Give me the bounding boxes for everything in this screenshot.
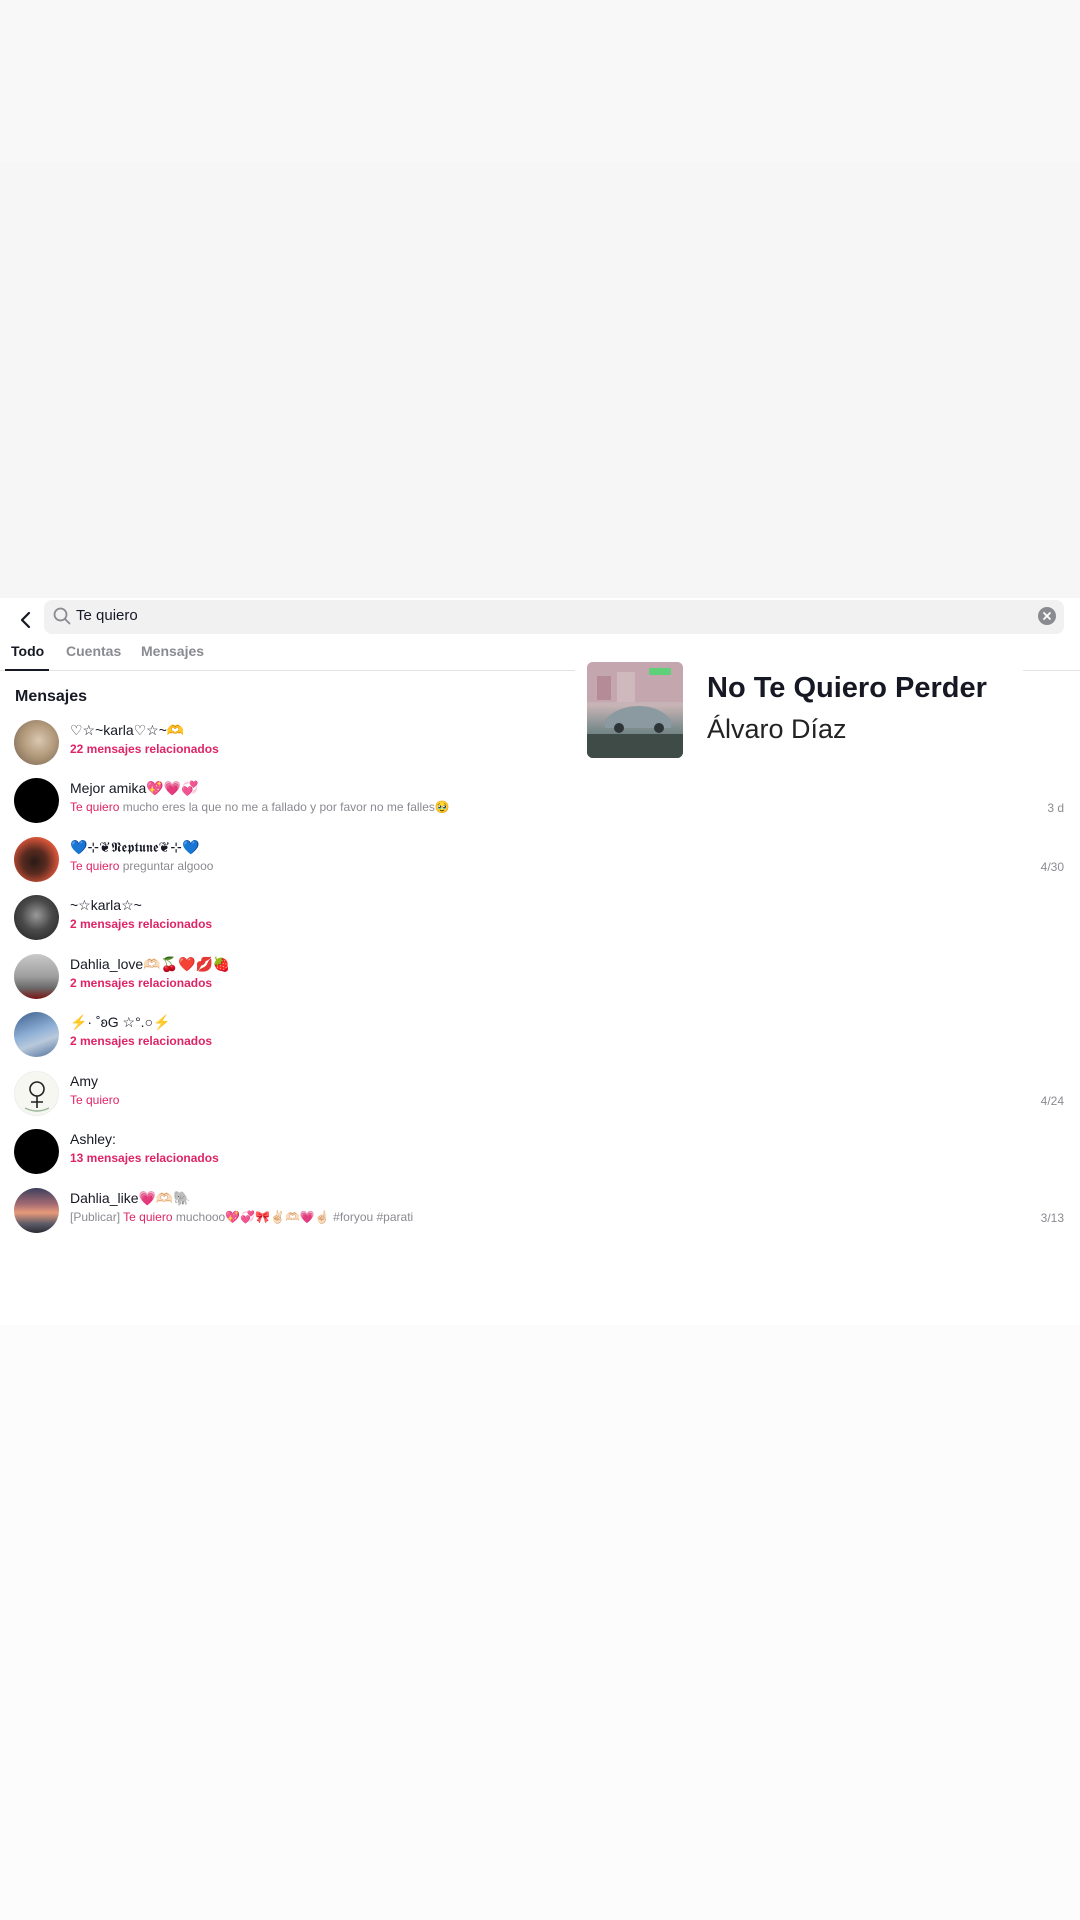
related-count: 2 mensajes relacionados (70, 917, 213, 931)
message-snippet: Te quiero (70, 1093, 119, 1107)
back-button[interactable] (8, 602, 44, 638)
avatar (14, 1071, 59, 1116)
tab-todo[interactable]: Todo (11, 643, 44, 670)
top-blank-area (0, 0, 1080, 598)
conversation-name: Amy (70, 1073, 98, 1089)
song-artist: Álvaro Díaz (707, 714, 847, 744)
message-snippet: [Publicar] Te quiero muchooo💖💞🎀✌🏻🫶🏻💗☝🏻 #… (70, 1210, 413, 1224)
avatar (14, 778, 59, 823)
bottom-blank-area (0, 1325, 1080, 1920)
highlight-term: Te quiero (70, 859, 120, 873)
avatar (14, 837, 59, 882)
album-art (587, 662, 683, 758)
highlight-term: Te quiero (70, 800, 120, 814)
related-count: 2 mensajes relacionados (70, 976, 213, 990)
message-date: 3/13 (1040, 1211, 1064, 1225)
avatar (14, 1012, 59, 1057)
song-title: No Te Quiero Perder (707, 672, 987, 704)
conversation-row[interactable]: Mejor amika💖💗💞 Te quiero mucho eres la q… (0, 776, 1080, 834)
avatar (14, 1129, 59, 1174)
tab-cuentas[interactable]: Cuentas (66, 643, 121, 670)
tab-mensajes[interactable]: Mensajes (141, 643, 204, 670)
section-title: Mensajes (15, 688, 88, 705)
conversation-name: ♡☆~karla♡☆~🫶 (70, 722, 185, 738)
search-header: Te quiero (0, 598, 1080, 642)
avatar (14, 954, 59, 999)
conversation-row[interactable]: Dahlia_love🫶🏻🍒❤️💋🍓 2 mensajes relacionad… (0, 952, 1080, 1010)
now-playing-overlay: No Te Quiero Perder Álvaro Díaz (575, 662, 1023, 758)
conversation-name: Ashley: (70, 1131, 116, 1147)
search-input[interactable]: Te quiero (44, 600, 1064, 634)
conversation-row[interactable]: Amy Te quiero 4/24 (0, 1069, 1080, 1127)
conversation-row[interactable]: ⚡· ˚ʚG ☆°.○⚡ 2 mensajes relacionados (0, 1010, 1080, 1068)
conversation-name: ⚡· ˚ʚG ☆°.○⚡ (70, 1014, 171, 1030)
snippet-text: mucho eres la que no me a fallado y por … (119, 800, 450, 814)
conversation-row[interactable]: Ashley: 13 mensajes relacionados (0, 1127, 1080, 1185)
conversation-name: 💙⊹❦𝕹𝖊𝖕𝖙𝖚𝖓𝖊❦⊹💙 (70, 839, 200, 855)
message-snippet: Te quiero preguntar algooo (70, 859, 213, 873)
active-tab-indicator (5, 669, 49, 671)
avatar (14, 1188, 59, 1233)
search-results-screen: Te quiero Todo Cuentas Mensajes Mensajes… (0, 598, 1080, 1325)
highlight-term: Te quiero (70, 1093, 120, 1107)
highlight-term: Te quiero (123, 1210, 173, 1224)
conversation-row[interactable]: Dahlia_like💗🫶🏻🐘 [Publicar] Te quiero muc… (0, 1186, 1080, 1244)
avatar (14, 720, 59, 765)
related-count: 22 mensajes relacionados (70, 742, 219, 756)
message-snippet: Te quiero mucho eres la que no me a fall… (70, 800, 450, 814)
conversation-row[interactable]: ~☆karla☆~ 2 mensajes relacionados (0, 893, 1080, 951)
clear-icon (1043, 612, 1051, 620)
message-date: 4/30 (1040, 860, 1064, 874)
back-arrow-icon (20, 611, 31, 629)
conversation-name: Mejor amika💖💗💞 (70, 780, 199, 796)
conversation-name: Dahlia_like💗🫶🏻🐘 (70, 1190, 191, 1206)
search-icon (53, 607, 71, 625)
snippet-text: preguntar algooo (119, 859, 214, 873)
snippet-text: muchooo💖💞🎀✌🏻🫶🏻💗☝🏻 #foryou #parati (172, 1210, 414, 1224)
message-date: 4/24 (1040, 1094, 1064, 1108)
post-prefix: [Publicar] (70, 1210, 124, 1224)
message-date: 3 d (1047, 801, 1064, 815)
avatar (14, 895, 59, 940)
conversation-name: Dahlia_love🫶🏻🍒❤️💋🍓 (70, 956, 231, 972)
related-count: 2 mensajes relacionados (70, 1034, 213, 1048)
related-count: 13 mensajes relacionados (70, 1151, 219, 1165)
conversation-name: ~☆karla☆~ (70, 897, 142, 913)
search-query[interactable]: Te quiero (76, 607, 138, 624)
clear-button[interactable] (1038, 607, 1056, 625)
conversation-row[interactable]: 💙⊹❦𝕹𝖊𝖕𝖙𝖚𝖓𝖊❦⊹💙 Te quiero preguntar algooo… (0, 835, 1080, 893)
